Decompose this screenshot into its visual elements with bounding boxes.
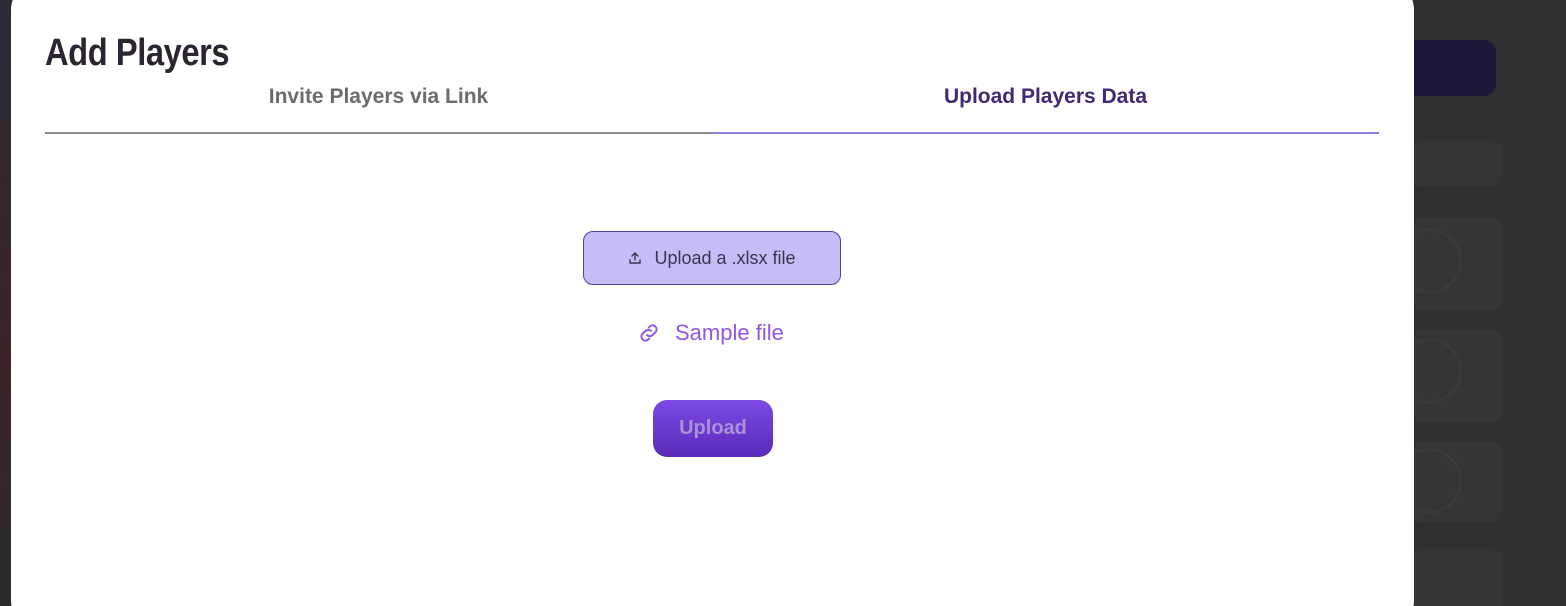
backdrop-button bbox=[1400, 40, 1496, 96]
modal-tabs: Invite Players via Link Upload Players D… bbox=[45, 80, 1379, 134]
modal-title: Add Players bbox=[45, 32, 230, 74]
backdrop-card bbox=[1412, 140, 1502, 186]
tab-invite-via-link[interactable]: Invite Players via Link bbox=[45, 80, 712, 134]
upload-button-label: Upload bbox=[679, 417, 747, 439]
upload-xlsx-file-button[interactable]: Upload a .xlsx file bbox=[583, 231, 841, 285]
backdrop-card bbox=[1412, 548, 1502, 606]
upload-arrow-icon bbox=[628, 251, 642, 265]
tab-label: Invite Players via Link bbox=[268, 85, 489, 108]
tab-label: Upload Players Data bbox=[943, 85, 1148, 108]
add-players-modal: Add Players Invite Players via Link Uplo… bbox=[11, 0, 1414, 606]
tab-upload-players-data[interactable]: Upload Players Data bbox=[712, 80, 1379, 134]
link-icon bbox=[637, 321, 661, 345]
sample-file-link[interactable]: Sample file bbox=[637, 320, 784, 346]
upload-submit-button[interactable]: Upload bbox=[653, 400, 773, 457]
sample-link-label: Sample file bbox=[675, 320, 784, 345]
file-button-label: Upload a .xlsx file bbox=[654, 247, 796, 268]
